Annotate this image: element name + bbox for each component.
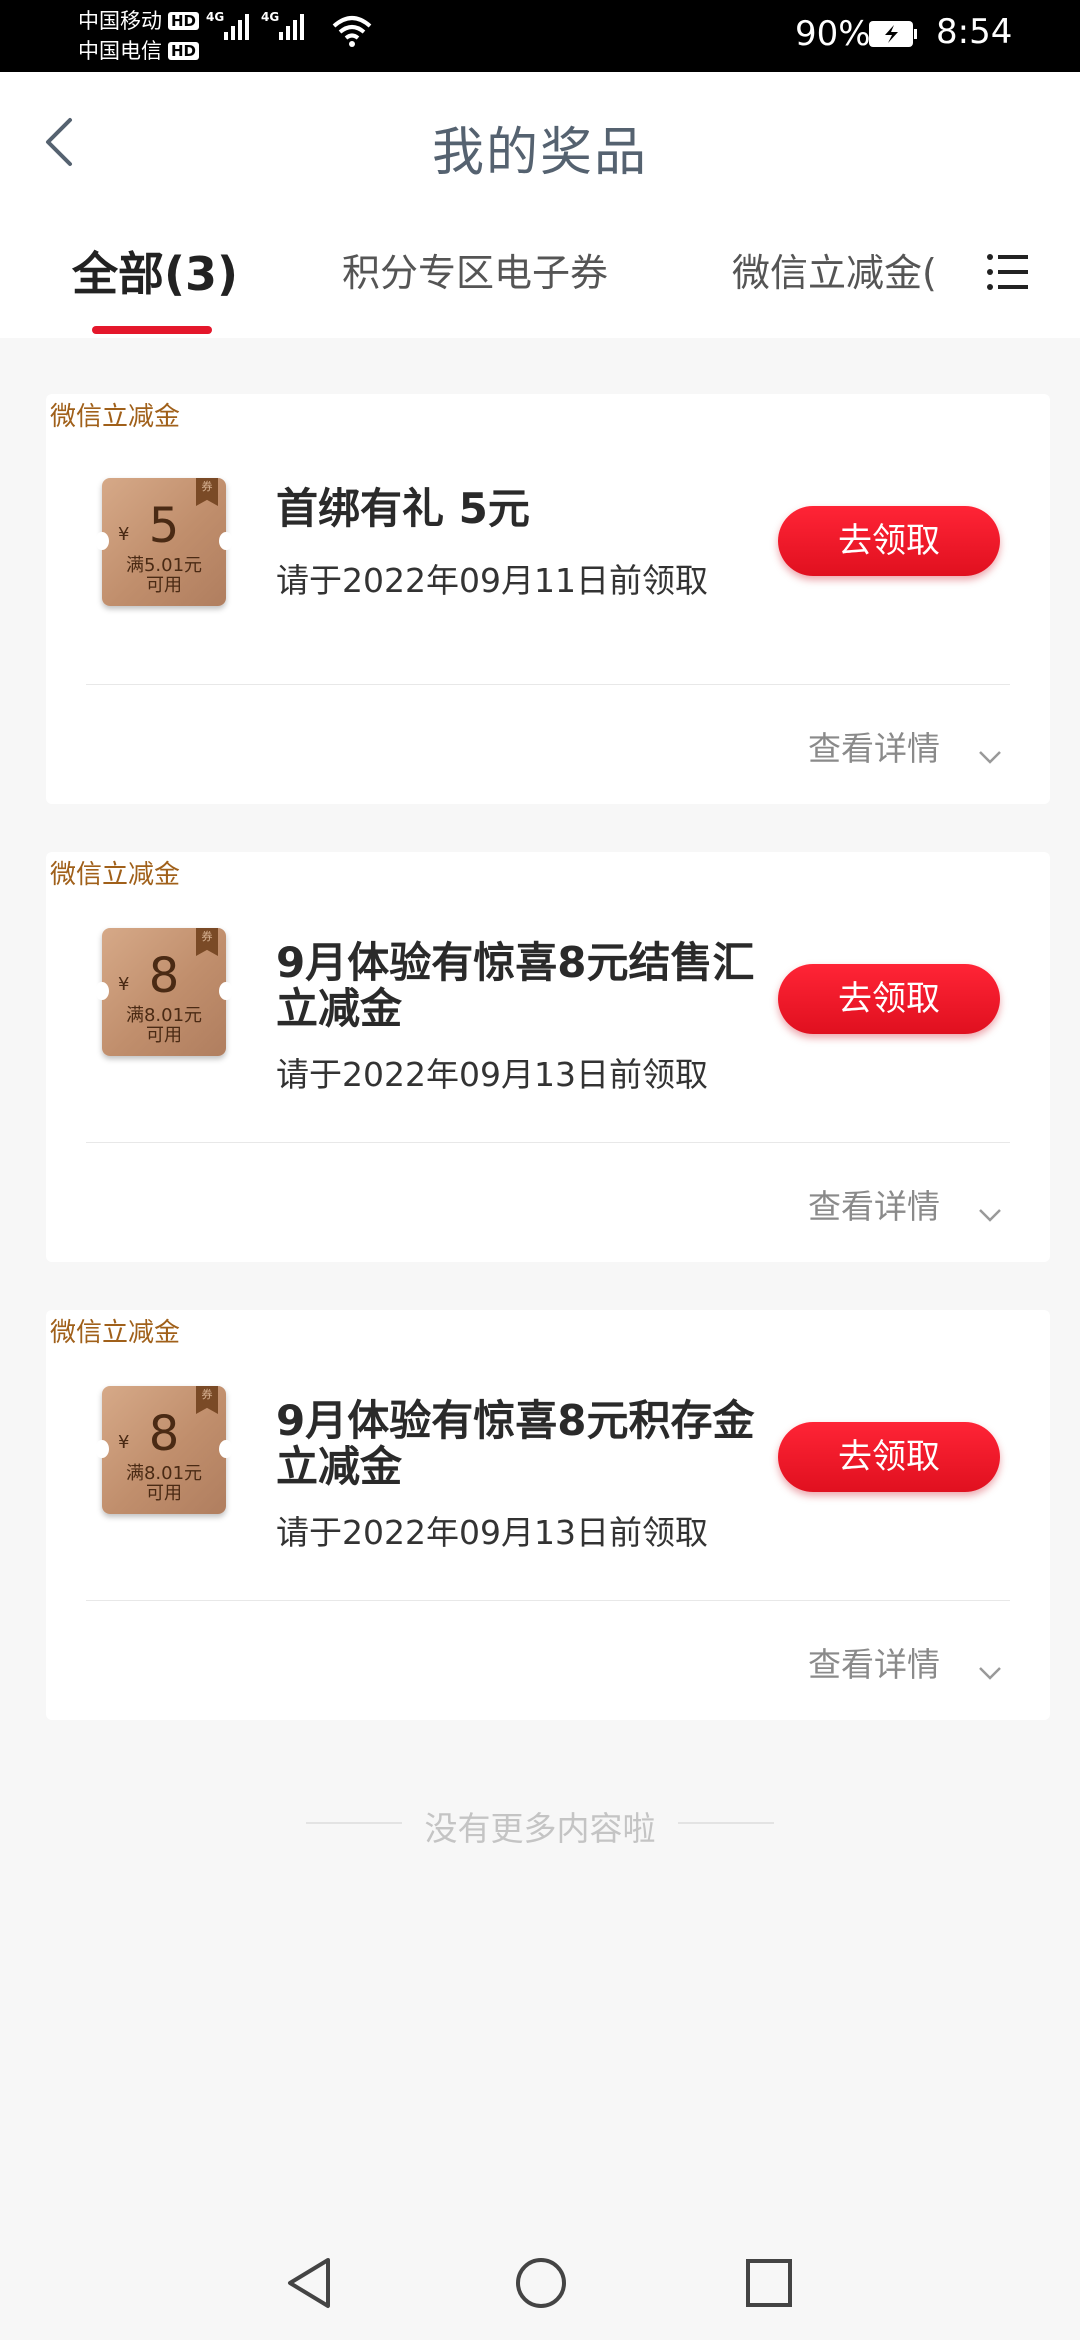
card-tag: 微信立减金: [50, 860, 181, 890]
page-title: 我的奖品: [431, 123, 648, 183]
battery-percent: 90%: [795, 14, 871, 54]
card-divider: [86, 1600, 1010, 1601]
chevron-down-icon[interactable]: [978, 750, 1002, 764]
tab-points-ecoupons[interactable]: 积分专区电子券: [342, 242, 608, 297]
coupon-condition: 满5.01元: [125, 555, 203, 576]
coupon-badge: 券 ¥ 8 满8.01元 可用: [95, 928, 233, 1056]
view-details-link[interactable]: 查看详情: [808, 1638, 940, 1686]
prize-card: 微信立减金 券 ¥ 5 满5.01元 可用 首绑有礼 5元 请于2022年09月…: [46, 394, 1050, 804]
coupon-badge: 券 ¥ 8 满8.01元 可用: [95, 1386, 233, 1514]
view-details-link[interactable]: 查看详情: [808, 722, 940, 770]
coupon-available: 可用: [146, 575, 182, 596]
prize-title: 9月体验有惊喜8元积存金立减金: [276, 1396, 755, 1491]
prize-title: 9月体验有惊喜8元结售汇立减金: [276, 938, 755, 1033]
coupon-condition: 满8.01元: [125, 1463, 203, 1484]
coupon-available: 可用: [146, 1025, 182, 1046]
coupon-badge: 券 ¥ 5 满5.01元 可用: [95, 478, 233, 606]
coupon-amount: 5: [148, 498, 180, 554]
active-tab-indicator: [92, 326, 212, 334]
tab-bar: 全部(3) 积分专区电子券 微信立减金(: [0, 212, 1080, 338]
tab-all[interactable]: 全部(3): [72, 238, 238, 304]
card-tag: 微信立减金: [50, 402, 181, 432]
nav-back-icon[interactable]: [284, 2256, 334, 2310]
system-nav-bar: [0, 2220, 1080, 2340]
prize-deadline: 请于2022年09月11日前领取: [276, 561, 708, 600]
signal-icon: 4G: [206, 10, 249, 40]
network-type: 4G: [261, 10, 280, 24]
card-divider: [86, 684, 1010, 685]
carrier-2: 中国电信: [78, 39, 162, 63]
view-details-link[interactable]: 查看详情: [808, 1180, 940, 1228]
carrier-info: 中国移动 HD 中国电信 HD: [78, 6, 200, 66]
coupon-amount: 8: [148, 948, 180, 1004]
signal-strength: 4G 4G: [206, 10, 304, 40]
claim-button[interactable]: 去领取: [778, 1422, 1000, 1492]
list-menu-icon[interactable]: [986, 252, 1030, 292]
prize-title: 首绑有礼 5元: [276, 484, 530, 533]
wifi-icon: [332, 16, 372, 47]
divider-line: [678, 1822, 774, 1824]
coupon-available: 可用: [146, 1483, 182, 1504]
no-more-content: 没有更多内容啦: [424, 1809, 656, 1848]
signal-icon: 4G: [261, 10, 304, 40]
claim-button[interactable]: 去领取: [778, 506, 1000, 576]
card-divider: [86, 1142, 1010, 1143]
prize-deadline: 请于2022年09月13日前领取: [276, 1513, 708, 1552]
claim-button[interactable]: 去领取: [778, 964, 1000, 1034]
nav-home-icon[interactable]: [514, 2256, 568, 2310]
prize-card: 微信立减金 券 ¥ 8 满8.01元 可用 9月体验有惊喜8元积存金立减金 请于…: [46, 1310, 1050, 1720]
prize-card: 微信立减金 券 ¥ 8 满8.01元 可用 9月体验有惊喜8元结售汇立减金 请于…: [46, 852, 1050, 1262]
battery-icon: [869, 21, 917, 47]
clock: 8:54: [936, 12, 1013, 52]
coupon-condition: 满8.01元: [125, 1005, 203, 1026]
hd-badge: HD: [168, 42, 200, 60]
chevron-down-icon[interactable]: [978, 1666, 1002, 1680]
header: 我的奖品: [0, 72, 1080, 212]
nav-recents-icon[interactable]: [744, 2256, 794, 2310]
prize-deadline: 请于2022年09月13日前领取: [276, 1055, 708, 1094]
status-bar: 中国移动 HD 中国电信 HD 4G 4G 90% 8:54: [0, 0, 1080, 72]
network-type: 4G: [206, 10, 225, 24]
hd-badge: HD: [168, 12, 200, 30]
card-tag: 微信立减金: [50, 1318, 181, 1348]
chevron-down-icon[interactable]: [978, 1208, 1002, 1222]
tab-wechat-discount[interactable]: 微信立减金(: [732, 242, 938, 297]
carrier-1: 中国移动: [78, 9, 162, 33]
coupon-amount: 8: [148, 1406, 180, 1462]
